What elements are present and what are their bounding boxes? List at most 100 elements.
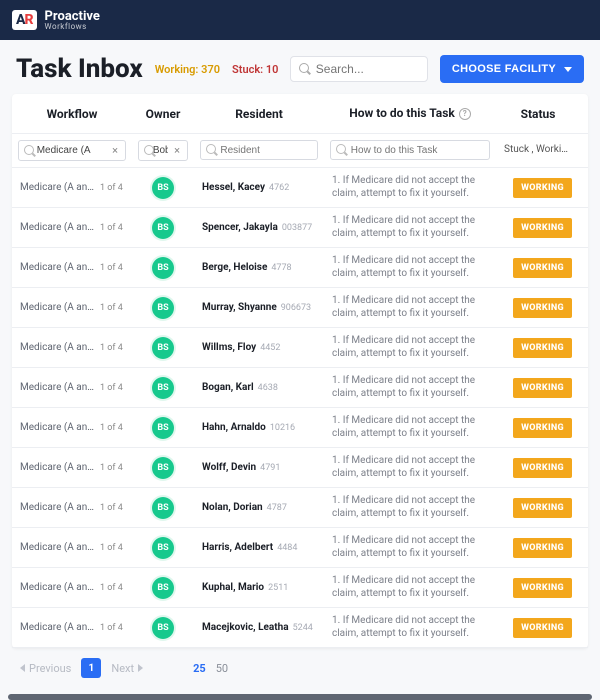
- avatar[interactable]: BS: [152, 377, 174, 399]
- page-size-50[interactable]: 50: [216, 662, 228, 675]
- table-row[interactable]: Medicare (A and B) A...1 of 4BSKuphal, M…: [12, 568, 588, 608]
- logo-badge: AR: [12, 10, 37, 30]
- table-row[interactable]: Medicare (A and B) A...1 of 4BSMurray, S…: [12, 288, 588, 328]
- cell-status: WORKING: [496, 448, 580, 487]
- status-badge[interactable]: WORKING: [513, 498, 572, 518]
- filter-howto-input[interactable]: [351, 145, 484, 156]
- filter-resident[interactable]: [200, 140, 318, 160]
- cell-resident: Macejkovic, Leatha5244: [194, 608, 324, 647]
- horizontal-scrollbar[interactable]: [8, 694, 592, 700]
- cell-owner: BS: [132, 328, 194, 367]
- cell-resident: Berge, Heloise4778: [194, 248, 324, 287]
- cell-status: WORKING: [496, 208, 580, 247]
- help-icon[interactable]: ?: [459, 108, 471, 120]
- status-badge[interactable]: WORKING: [513, 218, 572, 238]
- search-input[interactable]: [316, 62, 419, 76]
- cell-owner: BS: [132, 248, 194, 287]
- page-number[interactable]: 1: [81, 658, 101, 678]
- next-page[interactable]: Next: [111, 662, 143, 675]
- table-row[interactable]: Medicare (A and B) A...1 of 4BSBerge, He…: [12, 248, 588, 288]
- table-row[interactable]: Medicare (A and B) A...1 of 4BSSpencer, …: [12, 208, 588, 248]
- cell-status: WORKING: [496, 368, 580, 407]
- status-badge[interactable]: WORKING: [513, 578, 572, 598]
- prev-page[interactable]: Previous: [20, 662, 71, 675]
- chevron-right-icon: [138, 664, 143, 672]
- cell-owner: BS: [132, 408, 194, 447]
- cell-howto: 1. If Medicare did not accept the claim,…: [324, 448, 496, 487]
- page-title: Task Inbox: [16, 54, 143, 84]
- col-owner[interactable]: Owner: [132, 94, 194, 133]
- filter-resident-input[interactable]: [220, 145, 312, 156]
- avatar[interactable]: BS: [152, 497, 174, 519]
- table-row[interactable]: Medicare (A and B) A...1 of 4BSMacejkovi…: [12, 608, 588, 648]
- clear-icon[interactable]: ×: [110, 144, 120, 157]
- cell-owner: BS: [132, 568, 194, 607]
- avatar[interactable]: BS: [152, 297, 174, 319]
- global-search[interactable]: [290, 56, 427, 82]
- cell-howto: 1. If Medicare did not accept the claim,…: [324, 368, 496, 407]
- table-row[interactable]: Medicare (A and B) A...1 of 4 BS Bogan, Ka…: [12, 368, 588, 408]
- cell-resident: Hahn, Arnaldo10216: [194, 408, 324, 447]
- status-badge[interactable]: WORKING: [513, 378, 572, 398]
- cell-resident: Willms, Floy4452: [194, 328, 324, 367]
- status-badge[interactable]: WORKING: [513, 258, 572, 278]
- logo-text: Proactive Workflows: [45, 10, 100, 31]
- cell-owner: BS: [132, 368, 194, 407]
- status-badge[interactable]: WORKING: [513, 618, 572, 638]
- cell-howto: 1. If Medicare did not accept the claim,…: [324, 288, 496, 327]
- table-row[interactable]: Medicare (A and B) A...1 of 4BSHarris, A…: [12, 528, 588, 568]
- page-size-25[interactable]: 25: [193, 662, 206, 675]
- avatar[interactable]: BS: [152, 337, 174, 359]
- filter-status[interactable]: Stuck , Working: [502, 140, 574, 159]
- status-badge[interactable]: WORKING: [513, 538, 572, 558]
- avatar[interactable]: BS: [152, 177, 174, 199]
- status-badge[interactable]: WORKING: [513, 458, 572, 478]
- avatar[interactable]: BS: [152, 417, 174, 439]
- cell-howto: 1. If Medicare did not accept the claim,…: [324, 488, 496, 527]
- table-row[interactable]: Medicare (A and B) A...1 of 4BSWolff, De…: [12, 448, 588, 488]
- cell-howto: 1. If Medicare did not accept the claim,…: [324, 528, 496, 567]
- cell-status: WORKING: [496, 328, 580, 367]
- filter-workflow-input[interactable]: [37, 145, 106, 156]
- col-resident[interactable]: Resident: [194, 94, 324, 133]
- col-status[interactable]: Status: [496, 94, 580, 133]
- filter-workflow[interactable]: ×: [18, 140, 126, 161]
- cell-resident: Bogan, Karl4638: [194, 368, 324, 407]
- page-size: 25 50: [193, 662, 228, 675]
- cell-workflow: Medicare (A and B) A...1 of 4: [12, 208, 132, 247]
- pagination: Previous 1 Next 25 50: [0, 648, 600, 688]
- filter-howto[interactable]: [330, 140, 490, 160]
- status-badge[interactable]: WORKING: [513, 418, 572, 438]
- avatar[interactable]: BS: [152, 577, 174, 599]
- table-row[interactable]: Medicare (A and B) A...1 of 4BSHessel, K…: [12, 168, 588, 208]
- avatar[interactable]: BS: [152, 257, 174, 279]
- stat-stuck: Stuck: 10: [232, 63, 278, 76]
- cell-howto: 1. If Medicare did not accept the claim,…: [324, 168, 496, 207]
- avatar[interactable]: BS: [152, 537, 174, 559]
- status-badge[interactable]: WORKING: [513, 178, 572, 198]
- choose-facility-button[interactable]: CHOOSE FACILITY: [440, 55, 584, 83]
- cell-workflow: Medicare (A and B) A...1 of 4: [12, 488, 132, 527]
- cell-resident: Nolan, Dorian4787: [194, 488, 324, 527]
- chevron-down-icon: [564, 67, 572, 72]
- search-icon: [24, 145, 33, 157]
- cell-howto: 1. If Medicare did not accept the claim,…: [324, 608, 496, 647]
- cell-status: WORKING: [496, 168, 580, 207]
- avatar[interactable]: BS: [152, 457, 174, 479]
- avatar[interactable]: BS: [152, 217, 174, 239]
- cell-workflow: Medicare (A and B) A...1 of 4: [12, 368, 132, 407]
- cell-status: WORKING: [496, 608, 580, 647]
- col-workflow[interactable]: Workflow: [12, 94, 132, 133]
- filter-owner[interactable]: ×: [138, 140, 188, 161]
- col-howto[interactable]: How to do this Task?: [324, 94, 496, 133]
- cell-workflow: Medicare (A and B) A...1 of 4: [12, 328, 132, 367]
- status-badge[interactable]: WORKING: [513, 338, 572, 358]
- cell-howto: 1. If Medicare did not accept the claim,…: [324, 408, 496, 447]
- table-row[interactable]: Medicare (A and B) A...1 of 4 BS Nolan, Do…: [12, 488, 588, 528]
- table-row[interactable]: Medicare (A and B) A...1 of 4 BS Willms, F…: [12, 328, 588, 368]
- cell-owner: BS: [132, 608, 194, 647]
- clear-icon[interactable]: ×: [172, 144, 182, 157]
- status-badge[interactable]: WORKING: [513, 298, 572, 318]
- avatar[interactable]: BS: [152, 617, 174, 639]
- table-row[interactable]: Medicare (A and B) A...1 of 4BSHahn, Arn…: [12, 408, 588, 448]
